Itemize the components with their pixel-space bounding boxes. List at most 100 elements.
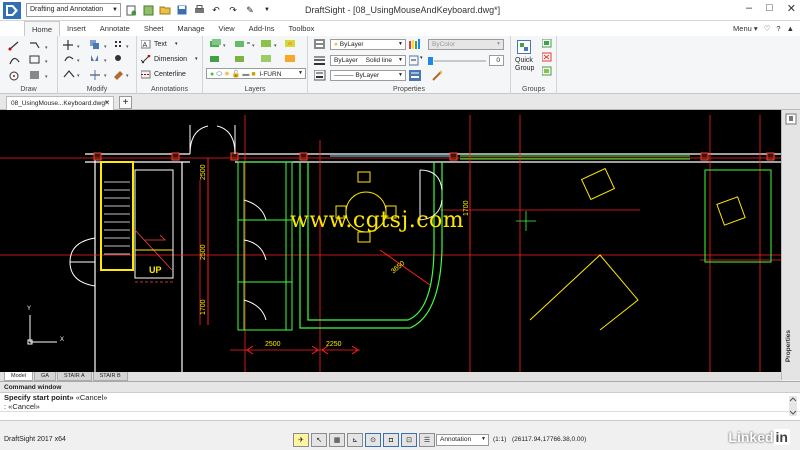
quick-group-icon[interactable] bbox=[517, 40, 531, 54]
tab-ga[interactable]: GA bbox=[33, 372, 56, 381]
lineweight-toggle-icon[interactable]: ☰ bbox=[419, 433, 435, 447]
match-properties-icon[interactable] bbox=[432, 70, 443, 81]
tab-model[interactable]: Model bbox=[4, 372, 33, 381]
dimension-tool-label[interactable]: Dimension bbox=[154, 56, 187, 63]
ungroup-icon[interactable] bbox=[542, 52, 552, 62]
properties-side-panel[interactable]: Properties bbox=[781, 110, 800, 380]
tab-home[interactable]: Home bbox=[24, 21, 61, 36]
new-file-icon[interactable] bbox=[124, 3, 138, 17]
quick-group-label-line1[interactable]: Quick bbox=[515, 57, 533, 64]
heart-icon[interactable]: ♡ bbox=[764, 24, 771, 33]
tab-insert[interactable]: Insert bbox=[60, 21, 93, 36]
tab-stair-b[interactable]: STAIR B bbox=[92, 372, 128, 381]
polyline-icon[interactable] bbox=[30, 42, 40, 49]
linetype-scale-icon[interactable] bbox=[409, 55, 420, 66]
tab-toolbox[interactable]: Toolbox bbox=[282, 21, 322, 36]
close-button[interactable]: ✕ bbox=[787, 2, 796, 15]
open-folder-icon[interactable] bbox=[158, 3, 172, 17]
scale-icon[interactable] bbox=[63, 70, 75, 78]
etrack-toggle-icon[interactable]: ⊡ bbox=[401, 433, 417, 447]
chevron-down-icon: ▼ bbox=[398, 72, 403, 78]
color-combo[interactable]: ● ByLayer ▼ bbox=[330, 39, 406, 50]
drawing-canvas[interactable]: 2500 2500 1700 2500 2250 1700 3650 UP X … bbox=[0, 110, 781, 372]
trim-icon[interactable] bbox=[90, 70, 100, 80]
minimize-button[interactable]: – bbox=[746, 2, 752, 15]
dimension-dropdown-icon[interactable]: ▾ bbox=[195, 56, 198, 62]
circle-icon[interactable] bbox=[9, 71, 19, 81]
show-lineweight-icon[interactable] bbox=[409, 70, 421, 81]
move-icon[interactable] bbox=[63, 40, 73, 50]
new-from-template-icon[interactable] bbox=[141, 3, 155, 17]
menu-button[interactable]: Menu ▾ bbox=[733, 24, 758, 33]
transparency-value[interactable]: 0 bbox=[489, 55, 504, 66]
new-document-button[interactable]: + bbox=[119, 96, 132, 109]
dimension-icon[interactable] bbox=[141, 55, 151, 64]
pin-icon[interactable] bbox=[785, 113, 797, 125]
layer-state-icon[interactable] bbox=[261, 40, 271, 47]
rectangle-icon[interactable] bbox=[29, 55, 40, 64]
svg-text:▾: ▾ bbox=[77, 73, 80, 79]
layer-combo[interactable]: ● ⬭ ☀ 🔓 ▬ ■ I-FURN ▼ bbox=[206, 68, 306, 79]
quick-group-label-line2[interactable]: Group bbox=[515, 65, 534, 72]
undo-icon[interactable]: ↶ bbox=[209, 3, 223, 17]
ortho-toggle-icon[interactable]: ⊾ bbox=[347, 433, 363, 447]
print-icon[interactable] bbox=[192, 3, 206, 17]
tab-annotate[interactable]: Annotate bbox=[93, 21, 137, 36]
arc-icon[interactable] bbox=[9, 57, 20, 65]
command-input[interactable] bbox=[0, 411, 800, 420]
quick-draw-icon[interactable]: ✎ bbox=[243, 3, 257, 17]
layer-isolate-icon[interactable] bbox=[210, 56, 219, 62]
text-dropdown-icon[interactable]: ▾ bbox=[175, 41, 178, 47]
lineweight-combo[interactable]: ——— ByLayer ▼ bbox=[330, 70, 406, 81]
layer-lock-icon[interactable] bbox=[285, 55, 295, 62]
linetype-combo[interactable]: ByLayer Solid line ▼ bbox=[330, 55, 406, 66]
layer-manager-icon[interactable] bbox=[210, 39, 221, 47]
tab-stair-a[interactable]: STAIR A bbox=[56, 372, 92, 381]
tab-view[interactable]: View bbox=[212, 21, 242, 36]
snap-toggle-icon[interactable]: ✈ bbox=[293, 433, 309, 447]
close-tab-icon[interactable]: ✕ bbox=[104, 99, 110, 107]
save-icon[interactable] bbox=[175, 3, 189, 17]
group-edit-icon[interactable] bbox=[542, 66, 552, 76]
text-icon[interactable]: A bbox=[141, 40, 151, 49]
document-tab[interactable]: 08_UsingMouse...Keyboard.dwg* ✕ bbox=[6, 96, 114, 110]
qat-dropdown-icon[interactable]: ▼ bbox=[260, 3, 274, 17]
centerline-tool-label[interactable]: Centerline bbox=[154, 71, 186, 78]
mirror-icon[interactable] bbox=[91, 55, 98, 61]
erase-icon[interactable] bbox=[114, 71, 123, 80]
help-icon[interactable]: ? bbox=[776, 24, 780, 33]
properties-palette-icon[interactable] bbox=[314, 39, 326, 50]
command-scrollbar[interactable] bbox=[789, 396, 797, 416]
line-icon[interactable] bbox=[8, 41, 19, 51]
group-icon[interactable] bbox=[542, 39, 552, 48]
array-icon[interactable] bbox=[115, 41, 121, 47]
cursor-toggle-icon[interactable]: ↖ bbox=[311, 433, 327, 447]
color-bars-icon[interactable] bbox=[409, 39, 420, 50]
rotate-icon[interactable] bbox=[64, 56, 74, 62]
tab-add-ins[interactable]: Add-Ins bbox=[242, 21, 282, 36]
copy-icon[interactable] bbox=[90, 40, 99, 49]
polar-toggle-icon[interactable]: ⊙ bbox=[365, 433, 381, 447]
esnap-toggle-icon[interactable]: ◘ bbox=[383, 433, 399, 447]
layer-previous-icon[interactable] bbox=[235, 41, 250, 47]
centerline-icon[interactable] bbox=[141, 70, 151, 79]
workspace-select[interactable]: Drafting and Annotation ▼ bbox=[26, 3, 121, 17]
tab-sheet[interactable]: Sheet bbox=[137, 21, 171, 36]
hatch-icon[interactable] bbox=[30, 71, 39, 79]
layer-walk-icon[interactable] bbox=[261, 55, 271, 62]
layer-match-icon[interactable] bbox=[235, 56, 244, 62]
maximize-button[interactable]: □ bbox=[766, 2, 773, 15]
linetype-icon[interactable] bbox=[314, 55, 326, 66]
layer-freeze-icon[interactable] bbox=[285, 40, 295, 47]
linetype-scale-dropdown-icon[interactable]: ▾ bbox=[420, 55, 423, 61]
ribbon-collapse-icon[interactable]: ▲ bbox=[787, 24, 794, 33]
annotation-scale-combo[interactable]: Annotation ▼ bbox=[436, 434, 489, 446]
transparency-slider[interactable] bbox=[428, 57, 488, 65]
grid-toggle-icon[interactable]: ▦ bbox=[329, 433, 345, 447]
tab-manage[interactable]: Manage bbox=[170, 21, 211, 36]
properties-tab-label[interactable]: Properties bbox=[785, 330, 792, 362]
explode-icon[interactable] bbox=[115, 55, 121, 61]
text-tool-label[interactable]: Text bbox=[154, 41, 167, 48]
lineweight-icon[interactable] bbox=[314, 70, 326, 81]
redo-icon[interactable]: ↷ bbox=[226, 3, 240, 17]
